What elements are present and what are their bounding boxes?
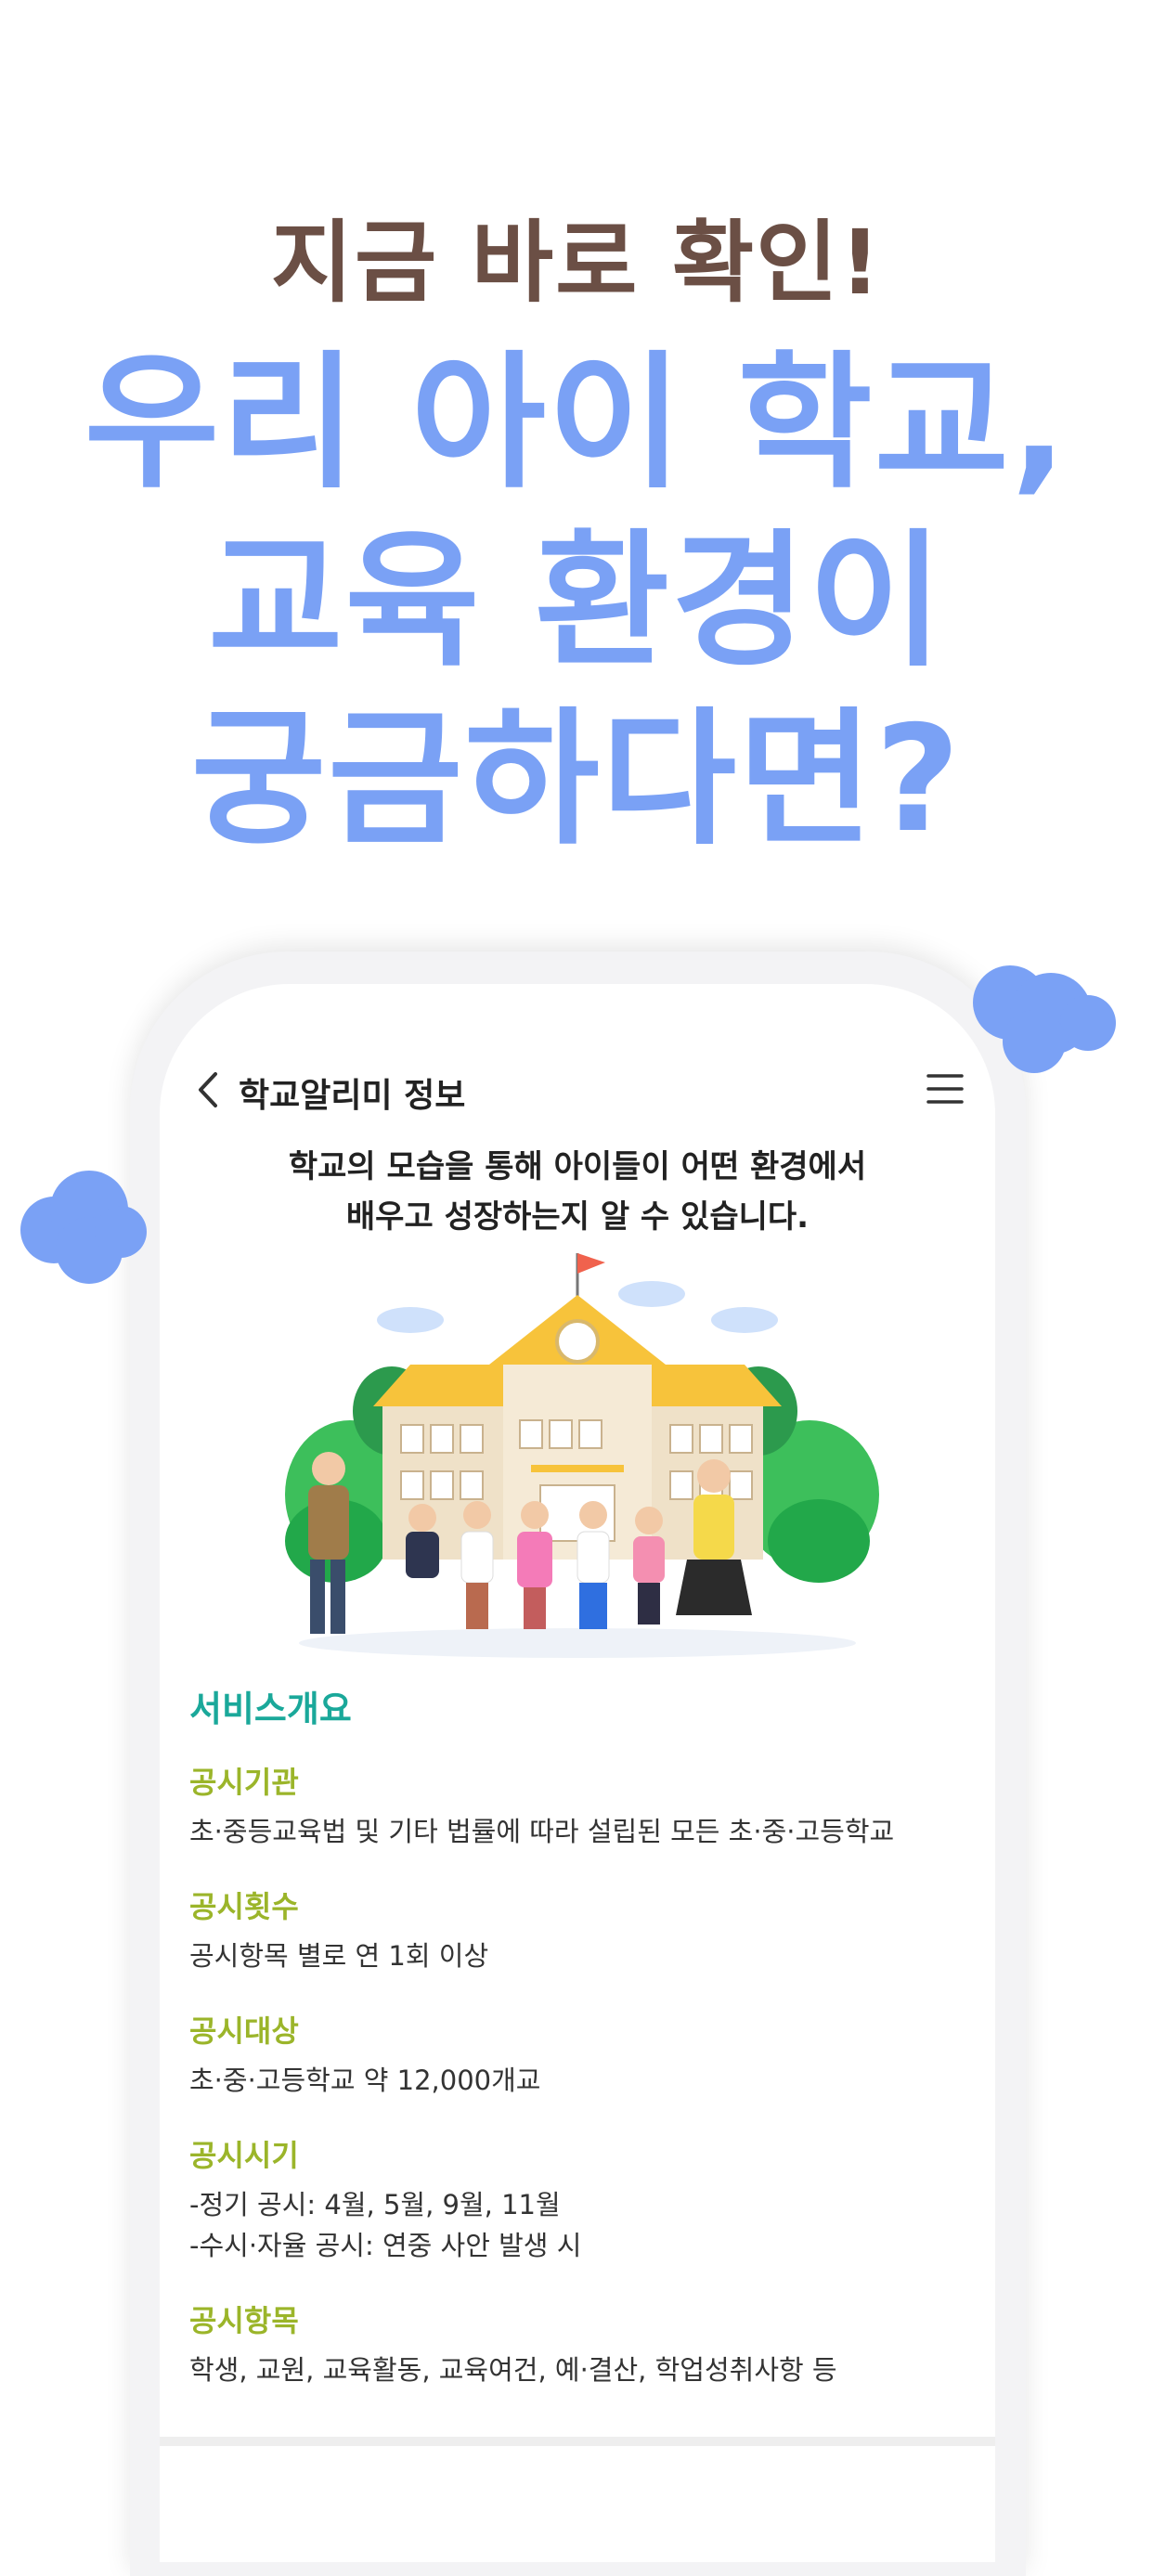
phone-screen: 학교알리미 정보 학교의 모습을 통해 아이들이 어떤 환경에서 배우고 성장하… xyxy=(160,984,995,2562)
item-text: -정기 공시: 4월, 5월, 9월, 11월 xyxy=(189,2189,561,2220)
intro-text: 학교의 모습을 통해 아이들이 어떤 환경에서 배우고 성장하는지 알 수 있습… xyxy=(160,1142,995,1242)
list-item: 공시기관 초·중등교육법 및 기타 법률에 따라 설립된 모든 초·중·고등학교 xyxy=(189,1759,969,1852)
headline-line-3: 궁금하다면? xyxy=(190,694,963,865)
item-label: 공시시기 xyxy=(189,2138,299,2173)
section-title-service-overview: 서비스개요 xyxy=(189,1689,352,1729)
list-item: 공시시기 -정기 공시: 4월, 5월, 9월, 11월 -수시·자율 공시: … xyxy=(189,2132,969,2266)
cloud-left-icon xyxy=(20,1171,147,1284)
headline-subtitle: 지금 바로 확인! xyxy=(270,211,883,315)
headline-line-1: 우리 아이 학교, xyxy=(84,338,1069,509)
nav-title: 학교알리미 정보 xyxy=(239,1077,466,1115)
item-text: 학생, 교원, 교육활동, 교육여건, 예·결산, 학업성취사항 등 xyxy=(189,2354,837,2386)
list-item: 공시항목 학생, 교원, 교육활동, 교육여건, 예·결산, 학업성취사항 등 xyxy=(189,2298,969,2390)
section-divider xyxy=(160,2437,995,2446)
list-item: 공시횟수 공시항목 별로 연 1회 이상 xyxy=(189,1883,969,1976)
intro-line-2: 배우고 성장하는지 알 수 있습니다. xyxy=(345,1198,810,1236)
info-list: 공시기관 초·중등교육법 및 기타 법률에 따라 설립된 모든 초·중·고등학교… xyxy=(189,1759,969,2422)
chevron-left-icon[interactable] xyxy=(189,1068,227,1111)
headline-line-2: 교육 환경이 xyxy=(208,516,945,687)
item-label: 공시항목 xyxy=(189,2303,299,2338)
school-illustration xyxy=(285,1253,879,1658)
item-text: -수시·자율 공시: 연중 사안 발생 시 xyxy=(189,2230,582,2261)
item-label: 공시대상 xyxy=(189,2013,299,2049)
headline-title: 우리 아이 학교, 교육 환경이 궁금하다면? xyxy=(0,334,1153,869)
list-item: 공시대상 초·중·고등학교 약 12,000개교 xyxy=(189,2008,969,2101)
hamburger-menu-icon[interactable] xyxy=(923,1067,967,1111)
item-label: 공시기관 xyxy=(189,1765,299,1800)
item-text: 초·중·고등학교 약 12,000개교 xyxy=(189,2065,541,2096)
item-label: 공시횟수 xyxy=(189,1889,299,1924)
app-nav-bar: 학교알리미 정보 xyxy=(160,1054,995,1128)
item-text: 공시항목 별로 연 1회 이상 xyxy=(189,1940,489,1972)
intro-line-1: 학교의 모습을 통해 아이들이 어떤 환경에서 xyxy=(288,1148,867,1185)
item-text: 초·중등교육법 및 기타 법률에 따라 설립된 모든 초·중·고등학교 xyxy=(189,1816,895,1847)
